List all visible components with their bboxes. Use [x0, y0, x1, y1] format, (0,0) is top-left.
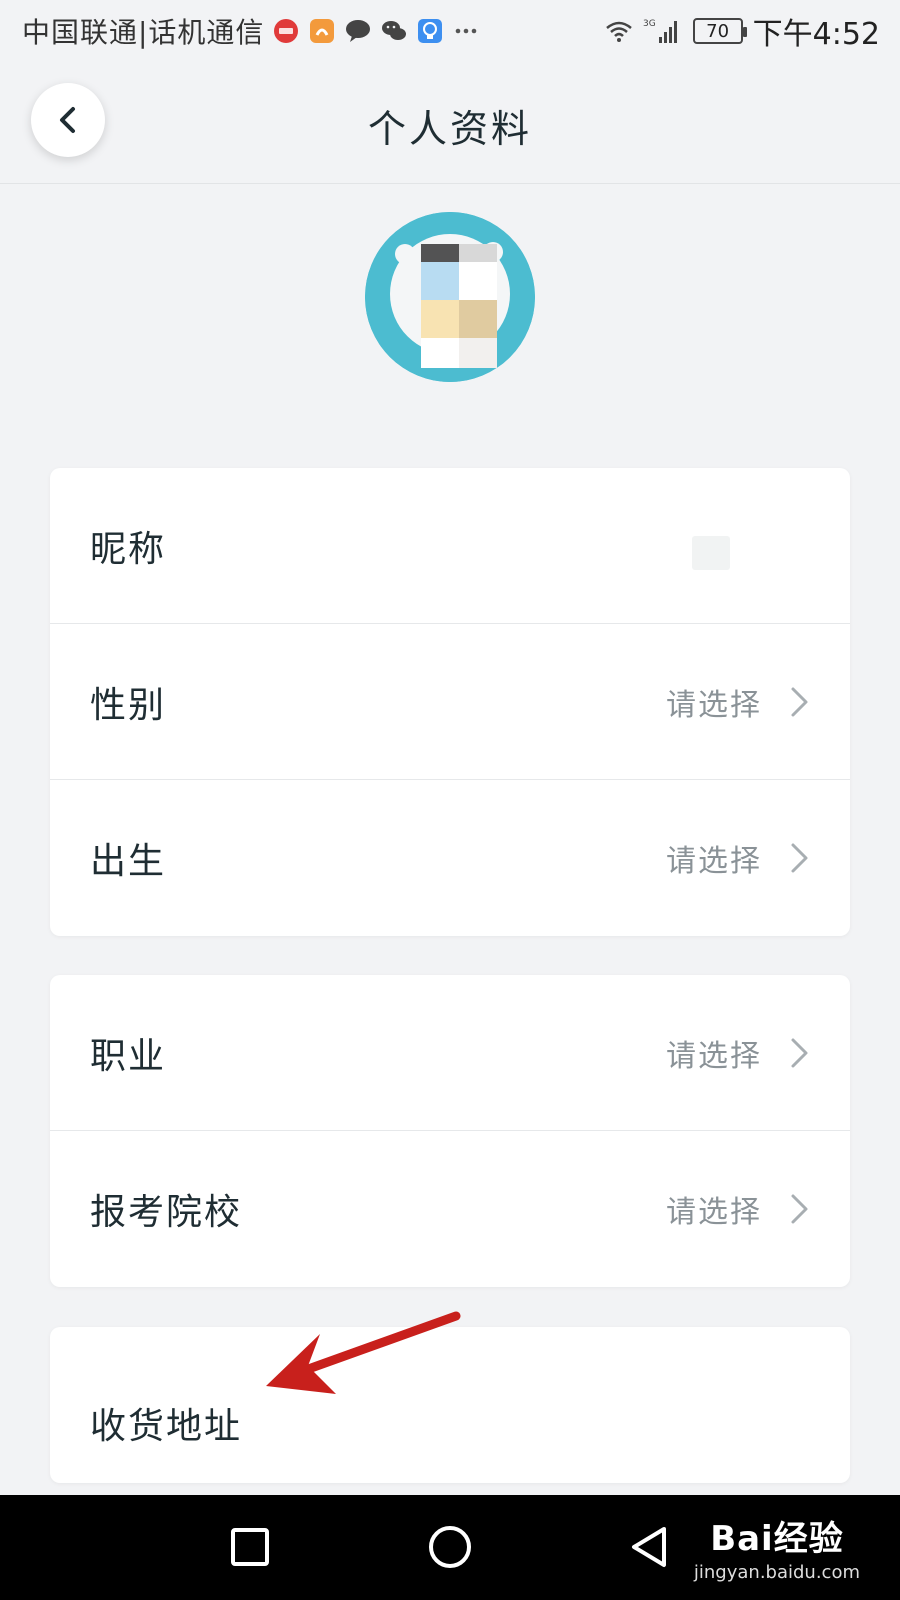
wechat-icon — [380, 17, 408, 45]
row-label-occupation: 职业 — [90, 1035, 167, 1077]
message-icon — [344, 17, 372, 45]
row-label-target-school: 报考院校 — [90, 1192, 243, 1233]
network-type: 3G — [643, 19, 656, 29]
uc-browser-icon — [308, 17, 336, 45]
annotation-arrow-icon — [266, 1311, 461, 1394]
home-icon[interactable] — [424, 1521, 476, 1573]
carrier-name: 中国联通|话机通信 — [22, 16, 265, 49]
chevron-right-icon — [788, 841, 812, 875]
row-value-target-school: 请选择 — [666, 1195, 762, 1230]
status-right: 3G 70 下午4:52 — [605, 9, 880, 53]
signal-icon: 3G — [643, 17, 683, 45]
row-nickname[interactable]: 昵称 — [50, 468, 850, 624]
profile-card-basic: 昵称 性别 请选择 出生 请选择 — [50, 468, 850, 936]
row-birth[interactable]: 出生 请选择 — [50, 780, 850, 936]
status-time: 下午4:52 — [752, 17, 880, 52]
row-label-birth: 出生 — [90, 841, 167, 882]
row-value-gender: 请选择 — [666, 687, 762, 723]
row-label-shipping-address: 收货地址 — [90, 1406, 243, 1447]
row-label-nickname: 昵称 — [90, 528, 167, 570]
avatar[interactable] — [365, 212, 535, 382]
recent-apps-icon[interactable] — [224, 1521, 276, 1573]
watermark: Bai经验 jingyan.baidu.com — [694, 1511, 860, 1583]
page-header: 个人资料 — [0, 62, 900, 184]
profile-card-education: 职业 请选择 报考院校 请选择 — [50, 975, 850, 1287]
chevron-right-icon — [788, 1036, 812, 1070]
system-nav-bar: Bai经验 jingyan.baidu.com — [0, 1495, 900, 1600]
page-title: 个人资料 — [367, 107, 532, 151]
back-triangle-icon[interactable] — [624, 1521, 676, 1573]
status-bar: 中国联通|话机通信 3G 70 下午4:52 — [0, 0, 900, 62]
chevron-right-icon — [788, 685, 812, 719]
row-target-school[interactable]: 报考院校 请选择 — [50, 1131, 850, 1287]
watermark-logo: Bai经验 — [710, 1519, 844, 1559]
nickname-value-redacted — [692, 536, 730, 570]
avatar-image — [365, 212, 535, 382]
row-occupation[interactable]: 职业 请选择 — [50, 975, 850, 1131]
app-badge-icon — [272, 17, 300, 45]
row-value-occupation: 请选择 — [666, 1038, 762, 1074]
wifi-icon — [605, 17, 633, 45]
row-value-birth: 请选择 — [666, 844, 762, 879]
bulb-icon — [416, 17, 444, 45]
battery-indicator: 70 — [692, 18, 747, 44]
chevron-right-icon — [788, 1192, 812, 1226]
watermark-url: jingyan.baidu.com — [693, 1562, 860, 1583]
more-icon — [452, 17, 480, 45]
status-left: 中国联通|话机通信 — [22, 11, 480, 51]
row-gender[interactable]: 性别 请选择 — [50, 624, 850, 780]
row-label-gender: 性别 — [90, 684, 167, 726]
